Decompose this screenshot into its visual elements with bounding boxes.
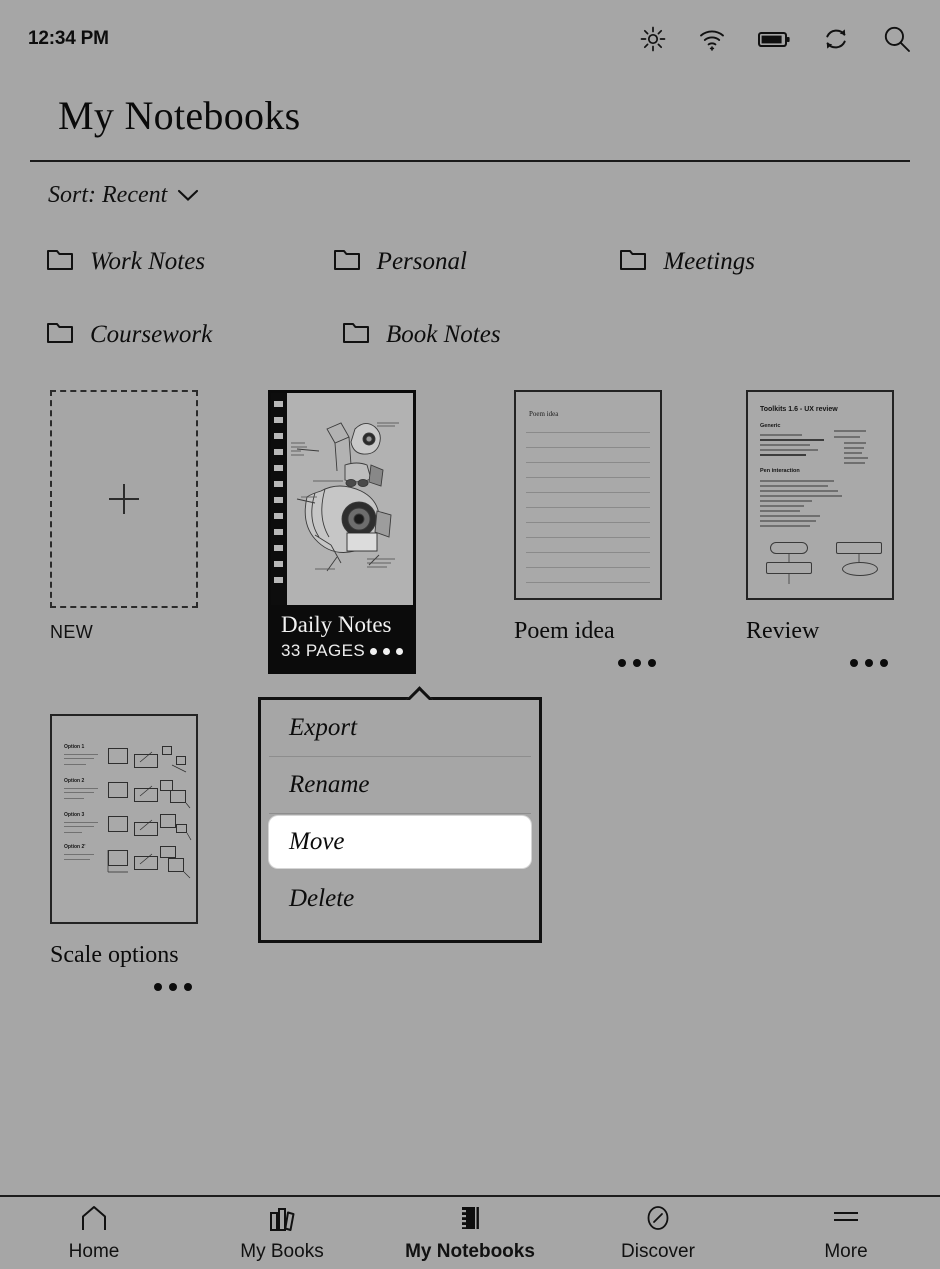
new-notebook-label: NEW <box>50 622 94 642</box>
title-divider <box>30 160 910 162</box>
folder-item-work-notes[interactable]: Work Notes <box>46 246 333 277</box>
context-menu-item-export[interactable]: Export <box>269 700 531 757</box>
notebook-title: Review <box>746 618 820 644</box>
notebook-thumbnail-document: Toolkits 1.6 - UX review Generic Pen int… <box>746 390 894 600</box>
folder-icon <box>46 246 74 277</box>
folder-icon <box>342 319 370 350</box>
notebook-title: Poem idea <box>514 618 615 644</box>
nav-item-my-books[interactable]: My Books <box>188 1203 376 1263</box>
nav-label: My Books <box>240 1241 324 1262</box>
folder-label: Work Notes <box>90 247 206 275</box>
sort-label: Sort: Recent <box>48 182 168 208</box>
context-menu-item-rename[interactable]: Rename <box>269 757 531 814</box>
folder-item-meetings[interactable]: Meetings <box>619 246 906 277</box>
status-icons <box>640 24 912 54</box>
folder-label: Coursework <box>90 320 213 348</box>
notebook-card-daily-notes[interactable]: Daily Notes 33 PAGES <box>268 390 476 675</box>
folder-item-book-notes[interactable]: Book Notes <box>342 319 638 350</box>
nav-item-my-notebooks[interactable]: My Notebooks <box>376 1203 564 1263</box>
nav-label: Discover <box>621 1241 695 1262</box>
folder-icon <box>333 246 361 277</box>
folder-label: Meetings <box>663 247 755 275</box>
nav-item-home[interactable]: Home <box>0 1203 188 1263</box>
e-reader-screen: 12:34 PM My Notebooks Sort: Recent Work … <box>0 0 940 1269</box>
folder-icon <box>619 246 647 277</box>
thumbnail-wrapper: Toolkits 1.6 - UX review Generic Pen int… <box>746 390 894 600</box>
selected-card[interactable]: Daily Notes 33 PAGES <box>268 390 416 675</box>
notebook-card-review[interactable]: Toolkits 1.6 - UX review Generic Pen int… <box>732 390 940 674</box>
status-bar: 12:34 PM <box>0 0 940 78</box>
compass-icon <box>643 1203 673 1233</box>
bottom-navigation: Home My Books My Notebooks Discover More <box>0 1195 940 1269</box>
battery-icon[interactable] <box>758 29 790 49</box>
thumbnail-heading: Poem idea <box>529 410 559 418</box>
status-clock: 12:34 PM <box>28 28 109 49</box>
chevron-down-icon <box>177 182 199 209</box>
nav-item-discover[interactable]: Discover <box>564 1203 752 1263</box>
nav-label: Home <box>68 1241 120 1262</box>
nav-item-more[interactable]: More <box>752 1203 940 1263</box>
thumbnail-wrapper: Poem idea <box>514 390 662 600</box>
notebook-page-count: 33 PAGES <box>281 641 366 661</box>
page-title: My Notebooks <box>58 93 301 138</box>
home-icon <box>79 1203 109 1233</box>
new-notebook-button[interactable] <box>50 390 198 608</box>
search-icon[interactable] <box>882 24 912 54</box>
context-menu-item-delete[interactable]: Delete <box>269 870 531 927</box>
folder-item-personal[interactable]: Personal <box>333 246 620 277</box>
overflow-menu-button[interactable] <box>618 659 708 667</box>
folder-label: Personal <box>376 247 467 275</box>
overflow-menu-button[interactable] <box>370 647 403 655</box>
selected-card-meta: Daily Notes 33 PAGES <box>271 605 413 671</box>
notebook-title: Daily Notes <box>281 612 392 637</box>
notebook-card-poem-idea[interactable]: Poem idea Poem idea <box>500 390 708 674</box>
nav-label: More <box>824 1241 868 1262</box>
wifi-icon[interactable] <box>698 27 726 51</box>
folder-list: Work Notes Personal Meetings Coursework … <box>46 246 906 350</box>
folder-row: Coursework Book Notes <box>46 319 906 350</box>
new-notebook-cell: NEW <box>36 390 244 674</box>
nav-label: My Notebooks <box>405 1241 535 1262</box>
overflow-menu-button[interactable] <box>850 659 940 667</box>
context-menu: Export Rename Move Delete <box>258 697 542 943</box>
notebook-thumbnail-lined-page: Poem idea <box>514 390 662 600</box>
notebook-title: Scale options <box>50 942 179 969</box>
folder-label: Book Notes <box>386 320 501 348</box>
notebook-card-scale-options[interactable]: Option 1 Option 2 Option 3 Option 2' Sca… <box>36 714 256 992</box>
thumbnail-wrapper: Option 1 Option 2 Option 3 Option 2' <box>50 714 198 925</box>
notebook-row: NEW Daily Notes 33 PAGES Poem idea Poem … <box>0 390 940 675</box>
sync-icon[interactable] <box>822 25 850 53</box>
overflow-menu-button[interactable] <box>154 983 256 992</box>
sort-control[interactable]: Sort: Recent <box>48 182 199 209</box>
books-icon <box>267 1203 297 1233</box>
notebook-thumbnail-sketch <box>271 393 413 605</box>
folder-item-coursework[interactable]: Coursework <box>46 319 342 350</box>
context-menu-caret <box>403 685 433 700</box>
notebook-thumbnail-wireframe: Option 1 Option 2 Option 3 Option 2' <box>50 714 198 925</box>
folder-icon <box>46 319 74 350</box>
plus-icon <box>109 484 139 514</box>
menu-icon <box>830 1203 862 1233</box>
context-menu-item-move[interactable]: Move <box>269 816 531 868</box>
brightness-icon[interactable] <box>640 26 666 52</box>
folder-row: Work Notes Personal Meetings <box>46 246 906 277</box>
notebook-icon <box>455 1203 485 1233</box>
